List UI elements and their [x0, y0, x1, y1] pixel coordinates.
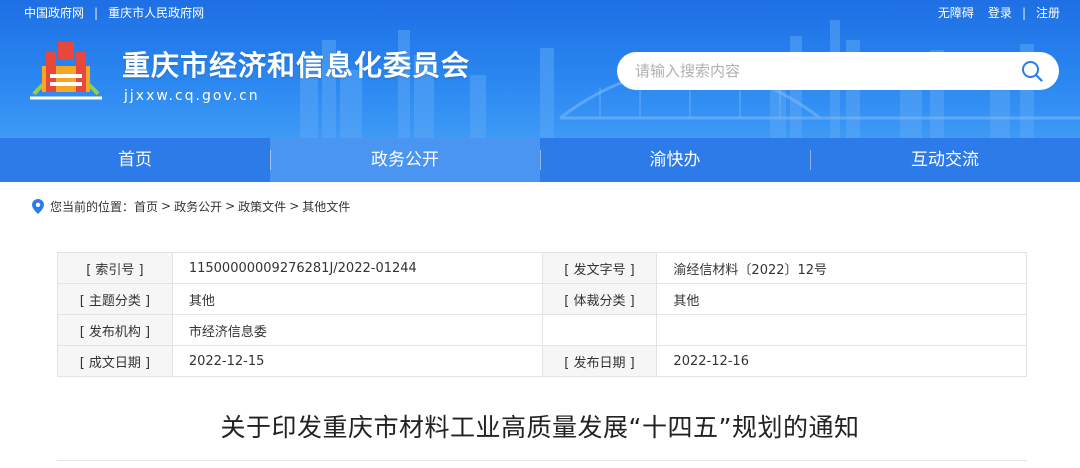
site-title[interactable]: 重庆市经济和信息化委员会	[122, 44, 470, 84]
document-meta-table: [ 索引号 ] 11500000009276281J/2022-01244 [ …	[57, 252, 1027, 377]
issuer-value: 市经济信息委	[171, 314, 543, 346]
breadcrumb: 您当前的位置： 首页 > 政务公开 > 政策文件 > 其他文件	[32, 198, 350, 214]
search-box	[617, 52, 1059, 90]
breadcrumb-gov-affairs[interactable]: 政务公开	[174, 198, 222, 215]
table-row: [ 成文日期 ] 2022-12-15 [ 发布日期 ] 2022-12-16	[57, 345, 1027, 377]
created-date-label: [ 成文日期 ]	[57, 345, 173, 377]
divider: |	[94, 5, 99, 20]
breadcrumb-other-docs[interactable]: 其他文件	[302, 198, 350, 215]
doc-number-value: 渝经信材料〔2022〕12号	[656, 252, 1027, 284]
table-row: [ 发布机构 ] 市经济信息委	[57, 314, 1027, 346]
search-input[interactable]	[635, 52, 1015, 90]
empty-cell	[656, 314, 1027, 346]
main-nav: 首页 政务公开 渝快办 互动交流	[0, 138, 1080, 182]
nav-item-gov-affairs[interactable]: 政务公开	[270, 138, 540, 182]
nav-item-interaction[interactable]: 互动交流	[810, 138, 1080, 182]
breadcrumb-separator: >	[161, 199, 172, 213]
breadcrumb-prefix: 您当前的位置：	[50, 199, 135, 214]
title-divider	[57, 460, 1027, 461]
issuer-label: [ 发布机构 ]	[57, 314, 173, 346]
doc-number-label: [ 发文字号 ]	[541, 252, 658, 284]
table-row: [ 索引号 ] 11500000009276281J/2022-01244 [ …	[57, 252, 1027, 284]
breadcrumb-policy-docs[interactable]: 政策文件	[238, 198, 286, 215]
site-logo-icon[interactable]	[28, 36, 104, 106]
index-label: [ 索引号 ]	[57, 252, 173, 284]
article-title: 关于印发重庆市材料工业高质量发展“十四五”规划的通知	[220, 413, 860, 442]
register-link[interactable]: 注册	[1036, 4, 1060, 21]
search-icon[interactable]	[1021, 60, 1043, 82]
breadcrumb-home[interactable]: 首页	[134, 198, 158, 215]
topic-value: 其他	[171, 283, 543, 315]
published-date-label: [ 发布日期 ]	[541, 345, 658, 377]
link-china-gov[interactable]: 中国政府网	[24, 4, 84, 21]
table-row: [ 主题分类 ] 其他 [ 体裁分类 ] 其他	[57, 283, 1027, 315]
created-date-value: 2022-12-15	[171, 345, 543, 377]
breadcrumb-separator: >	[289, 199, 300, 213]
accessibility-link[interactable]: 无障碍	[938, 4, 974, 21]
genre-value: 其他	[656, 283, 1027, 315]
nav-item-home[interactable]: 首页	[0, 138, 270, 182]
top-utility-bar: 中国政府网 | 重庆市人民政府网 无障碍 登录 | 注册	[0, 0, 1080, 24]
empty-cell	[541, 314, 658, 346]
link-chongqing-gov[interactable]: 重庆市人民政府网	[108, 4, 204, 21]
breadcrumb-separator: >	[225, 199, 236, 213]
topic-label: [ 主题分类 ]	[57, 283, 173, 315]
header-banner: 中国政府网 | 重庆市人民政府网 无障碍 登录 | 注册 重庆市经济和信息化委员…	[0, 0, 1080, 138]
login-link[interactable]: 登录	[988, 4, 1012, 21]
divider: |	[1021, 5, 1026, 20]
index-value: 11500000009276281J/2022-01244	[171, 252, 543, 284]
location-pin-icon	[32, 198, 44, 214]
site-domain: jjxxw.cq.gov.cn	[124, 88, 260, 104]
published-date-value: 2022-12-16	[656, 345, 1027, 377]
genre-label: [ 体裁分类 ]	[541, 283, 658, 315]
nav-item-yukuaiban[interactable]: 渝快办	[540, 138, 810, 182]
